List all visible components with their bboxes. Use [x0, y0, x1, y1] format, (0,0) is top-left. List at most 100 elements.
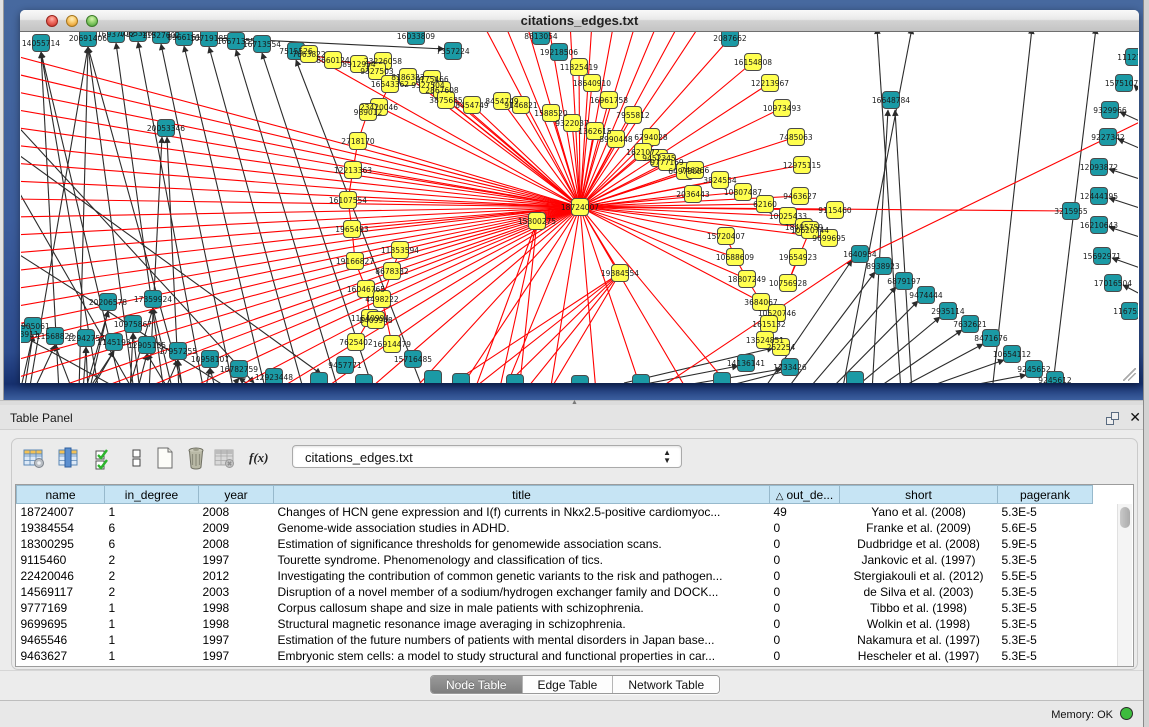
- node-table[interactable]: namein_degreeyeartitle△out_de...shortpag…: [15, 484, 1134, 667]
- table-settings-icon[interactable]: [22, 446, 46, 470]
- float-panel-icon[interactable]: [1106, 412, 1119, 425]
- network-canvas[interactable]: 1405571420691406169377121065328711527602…: [21, 32, 1138, 383]
- svg-text:1615132: 1615132: [752, 320, 786, 329]
- svg-text:9227342: 9227342: [1091, 133, 1125, 142]
- svg-text:18807249: 18807249: [728, 275, 766, 284]
- table-toolbar: citations_edges.txt ▲▼ f(x): [16, 445, 1141, 471]
- app-right-edge-bottom: [1143, 400, 1149, 727]
- graph-node[interactable]: [572, 376, 589, 384]
- table-tabs-row: Node TableEdge TableNetwork Table: [0, 675, 1149, 700]
- delete-icon[interactable]: [184, 446, 208, 470]
- svg-text:10807487: 10807487: [724, 188, 762, 197]
- table-panel-header: Table Panel ✕: [0, 405, 1149, 430]
- svg-text:14055714: 14055714: [22, 39, 60, 48]
- cytoscape-app: {"window":{"title":"citations_edges.txt"…: [0, 0, 1149, 727]
- column-header-title[interactable]: title: [274, 486, 770, 504]
- svg-text:2935114: 2935114: [931, 307, 965, 316]
- column-header-pagerank[interactable]: pagerank: [998, 486, 1093, 504]
- graph-node[interactable]: [714, 373, 731, 384]
- svg-text:10973493: 10973493: [763, 104, 801, 113]
- table-row[interactable]: 946362711997Embryonic stem cells: a mode…: [17, 648, 1093, 664]
- network-window[interactable]: citations_edges.txt 14055714206914061693…: [20, 10, 1139, 383]
- graph-node[interactable]: [507, 375, 524, 384]
- graph-node[interactable]: [847, 372, 864, 384]
- svg-text:9699695: 9699695: [812, 234, 846, 243]
- svg-text:1640954: 1640954: [843, 250, 877, 259]
- network-view-background: citations_edges.txt 14055714206914061693…: [4, 0, 1145, 400]
- svg-text:7485063: 7485063: [779, 133, 813, 142]
- svg-text:12213967: 12213967: [751, 79, 789, 88]
- rows-icon[interactable]: [125, 446, 149, 470]
- svg-text:10688609: 10688609: [716, 253, 754, 262]
- svg-text:4498222: 4498222: [365, 295, 399, 304]
- table-row[interactable]: 1456911722003Disruption of a novel membe…: [17, 584, 1093, 600]
- scrollbar-thumb[interactable]: [1120, 507, 1130, 528]
- svg-text:2087662: 2087662: [713, 34, 747, 43]
- svg-text:989012: 989012: [354, 108, 383, 117]
- graph-node[interactable]: [311, 373, 328, 384]
- network-table-select-value: citations_edges.txt: [305, 450, 413, 465]
- table-row[interactable]: 911546021997Tourette syndrome. Phenomeno…: [17, 552, 1093, 568]
- network-window-titlebar[interactable]: citations_edges.txt: [20, 10, 1139, 32]
- svg-text:3824554: 3824554: [703, 176, 737, 185]
- tab-network-table[interactable]: Network Table: [613, 676, 719, 693]
- import-table-icon[interactable]: [93, 446, 117, 470]
- window-resize-grip[interactable]: [1123, 368, 1136, 381]
- table-panel-box: citations_edges.txt ▲▼ f(x) namein_degre…: [11, 438, 1138, 670]
- svg-text:7625402: 7625402: [339, 338, 373, 347]
- svg-text:16154808: 16154808: [734, 58, 772, 67]
- svg-text:15300275: 15300275: [518, 217, 556, 226]
- disabled-table-icon[interactable]: [212, 446, 236, 470]
- svg-text:10958107: 10958107: [191, 355, 229, 364]
- memory-status-indicator[interactable]: [1120, 707, 1133, 720]
- svg-text:8409948: 8409948: [359, 316, 393, 325]
- column-header-short[interactable]: short: [840, 486, 998, 504]
- close-panel-icon[interactable]: ✕: [1129, 410, 1141, 424]
- citation-network-graph[interactable]: 1405571420691406169377121065328711527602…: [21, 32, 1138, 383]
- table-panel: Table Panel ✕ citations_edges.txt ▲▼ f(x…: [0, 405, 1149, 700]
- svg-text:9474444: 9474444: [909, 291, 943, 300]
- function-builder-icon[interactable]: f(x): [249, 446, 273, 470]
- table-row[interactable]: 1938455462009Genome-wide association stu…: [17, 520, 1093, 536]
- svg-text:16961758: 16961758: [590, 96, 628, 105]
- svg-text:7357224: 7357224: [436, 47, 470, 56]
- svg-text:12213363: 12213363: [334, 166, 372, 175]
- table-row[interactable]: 1872400712008Changes of HCN gene express…: [17, 504, 1093, 520]
- network-table-select[interactable]: citations_edges.txt ▲▼: [292, 445, 682, 468]
- tab-node-table[interactable]: Node Table: [431, 676, 523, 693]
- table-row[interactable]: 977716911998Corpus callosum shape and si…: [17, 600, 1093, 616]
- graph-node[interactable]: [425, 371, 442, 384]
- svg-text:9245612: 9245612: [1038, 376, 1072, 383]
- column-header-out_de[interactable]: △out_de...: [770, 486, 840, 504]
- status-bar: Memory: OK: [0, 700, 1149, 727]
- svg-text:10620744: 10620744: [791, 226, 829, 235]
- svg-text:15716485: 15716485: [394, 355, 432, 364]
- svg-text:9115460: 9115460: [818, 206, 852, 215]
- column-header-in_degree[interactable]: in_degree: [105, 486, 199, 504]
- svg-text:16033809: 16033809: [397, 32, 435, 41]
- table-row[interactable]: 2242004622012Investigating the contribut…: [17, 568, 1093, 584]
- svg-text:2718170: 2718170: [341, 137, 375, 146]
- svg-text:16210643: 16210643: [1080, 221, 1118, 230]
- svg-text:9245652: 9245652: [1017, 365, 1051, 374]
- graph-node[interactable]: [633, 375, 650, 384]
- table-row[interactable]: 969969511998Structural magnetic resonanc…: [17, 616, 1093, 632]
- graph-node[interactable]: [453, 374, 470, 384]
- svg-text:9329966: 9329966: [1093, 106, 1127, 115]
- select-columns-icon[interactable]: [57, 446, 81, 470]
- svg-text:10975867: 10975867: [114, 320, 152, 329]
- tab-edge-table[interactable]: Edge Table: [523, 676, 614, 693]
- svg-text:746266: 746266: [681, 166, 710, 175]
- svg-text:14136141: 14136141: [727, 359, 765, 368]
- svg-text:8454749: 8454749: [455, 101, 489, 110]
- column-header-name[interactable]: name: [17, 486, 105, 504]
- table-vertical-scrollbar[interactable]: [1117, 504, 1132, 666]
- svg-text:2036443: 2036443: [676, 190, 710, 199]
- table-row[interactable]: 1830029562008Estimation of significance …: [17, 536, 1093, 552]
- new-file-icon[interactable]: [153, 446, 177, 470]
- table-row[interactable]: 946554611997Estimation of the future num…: [17, 632, 1093, 648]
- svg-text:9146821: 9146821: [504, 101, 538, 110]
- column-header-year[interactable]: year: [199, 486, 274, 504]
- svg-text:19218506: 19218506: [540, 48, 578, 57]
- graph-node[interactable]: [356, 375, 373, 384]
